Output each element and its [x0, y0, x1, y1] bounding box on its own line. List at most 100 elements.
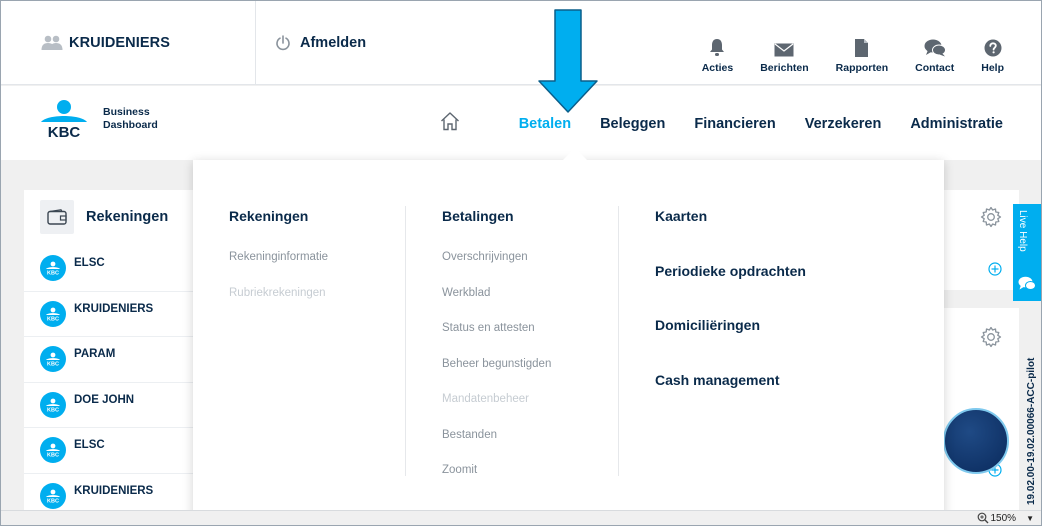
svg-text:KBC: KBC — [47, 453, 59, 458]
live-help-tab[interactable]: Live Help — [1013, 204, 1041, 301]
kbc-logo[interactable]: KBC Business Dashboard — [39, 100, 158, 138]
tagline-line2: Dashboard — [103, 119, 158, 131]
magnifier-icon — [977, 512, 988, 524]
kbc-badge-icon: KBC — [40, 254, 66, 281]
nav-beleggen[interactable]: Beleggen — [600, 116, 665, 132]
logout-button[interactable]: Afmelden — [275, 1, 366, 85]
highlight-arrow-icon — [538, 9, 598, 113]
acties-button[interactable]: Acties — [701, 37, 734, 74]
nav-betalen[interactable]: Betalen — [519, 116, 571, 132]
nav-financieren[interactable]: Financieren — [694, 116, 775, 132]
logout-label: Afmelden — [300, 35, 367, 51]
menu-link-periodieke-opdrachten[interactable]: Periodieke opdrachten — [655, 263, 915, 318]
zoom-dropdown-icon[interactable]: ▼ — [1026, 514, 1034, 523]
settings-button[interactable] — [980, 326, 1002, 353]
contact-button[interactable]: Contact — [915, 37, 954, 74]
menu-heading-betalingen[interactable]: Betalingen — [442, 208, 618, 224]
contact-label: Contact — [915, 62, 955, 74]
kbc-badge-icon: KBC — [40, 391, 66, 418]
svg-text:KBC: KBC — [47, 316, 59, 321]
wallet-icon — [47, 209, 67, 225]
kbc-logo-mark: KBC — [41, 100, 87, 138]
zoom-control[interactable]: 150% ▼ — [977, 512, 1034, 524]
rapporten-label: Rapporten — [835, 62, 889, 74]
help-button[interactable]: Help — [981, 37, 1004, 74]
menu-link-kaarten[interactable]: Kaarten — [655, 208, 915, 263]
account-name: PARAM — [74, 348, 116, 361]
nav-items: Betalen Beleggen Financieren Verzekeren … — [440, 111, 1003, 136]
menu-heading-rekeningen[interactable]: Rekeningen — [229, 208, 405, 224]
menu-divider — [618, 206, 619, 476]
power-icon — [276, 35, 290, 51]
menu-link-overschrijvingen[interactable]: Overschrijvingen — [442, 251, 618, 287]
user-name: KRUIDENIERS — [69, 35, 170, 51]
settings-button[interactable] — [980, 206, 1002, 233]
account-row[interactable]: KBC PARAM — [24, 336, 194, 382]
account-row[interactable]: KBC ELSC — [24, 245, 194, 291]
menu-divider — [405, 206, 406, 476]
document-icon — [855, 39, 869, 57]
envelope-icon — [774, 43, 794, 57]
berichten-label: Berichten — [760, 62, 809, 74]
home-icon — [440, 112, 459, 131]
kbc-badge-icon: KBC — [40, 437, 66, 464]
betalen-mega-menu: Rekeningen Rekeninginformatie Rubriekrek… — [193, 160, 944, 526]
account-name: DOE JOHN — [74, 393, 135, 406]
menu-link-mandatenbeheer: Mandatenbeheer — [442, 393, 529, 405]
right-panel-divider — [944, 290, 1019, 308]
menu-column-other: Kaarten Periodieke opdrachten Domiciliër… — [655, 208, 915, 426]
kbc-logo-text: KBC — [48, 124, 81, 138]
acties-label: Acties — [701, 62, 734, 74]
top-actions: Acties Berichten Rapporten Contact Help — [675, 37, 1004, 74]
menu-link-cash-management[interactable]: Cash management — [655, 372, 915, 427]
user-switcher[interactable]: KRUIDENIERS — [1, 1, 256, 85]
menu-link-bestanden[interactable]: Bestanden — [442, 429, 618, 465]
account-name: KRUIDENIERS — [74, 302, 154, 315]
rapporten-button[interactable]: Rapporten — [835, 37, 889, 74]
account-name: KRUIDENIERS — [74, 484, 154, 497]
kbc-badge-icon: KBC — [40, 346, 66, 373]
menu-link-domicilieringen[interactable]: Domiciliëringen — [655, 317, 915, 372]
menu-link-beheer-begunstigden[interactable]: Beheer begunstigden — [442, 358, 618, 394]
mega-menu-caret — [563, 148, 587, 160]
menu-link-werkblad[interactable]: Werkblad — [442, 287, 618, 323]
chat-icon — [1018, 276, 1036, 290]
account-row[interactable]: KBC ELSC — [24, 427, 194, 473]
brand-tagline: Business Dashboard — [103, 106, 158, 132]
kbc-badge-icon: KBC — [40, 482, 66, 509]
menu-link-rekeninginformatie[interactable]: Rekeninginformatie — [229, 251, 405, 287]
account-row[interactable]: KBC KRUIDENIERS — [24, 290, 194, 337]
live-help-label: Live Help — [1017, 210, 1028, 252]
gear-icon — [980, 326, 1002, 348]
menu-column-rekeningen: Rekeningen Rekeninginformatie Rubriekrek… — [229, 208, 405, 322]
menu-column-betalingen: Betalingen Overschrijvingen Werkblad Sta… — [442, 208, 618, 500]
bell-icon — [710, 39, 725, 56]
account-name: ELSC — [74, 439, 105, 452]
wallet-icon-box — [40, 200, 74, 234]
account-name: ELSC — [74, 256, 105, 269]
menu-link-status-en-attesten[interactable]: Status en attesten — [442, 322, 618, 358]
add-button[interactable] — [988, 262, 1002, 281]
top-bar: KRUIDENIERS Afmelden Acties Berichten Ra… — [1, 1, 1041, 85]
berichten-button[interactable]: Berichten — [760, 37, 809, 74]
zoom-level: 150% — [990, 512, 1017, 524]
kbc-badge-icon: KBC — [40, 300, 66, 327]
gear-icon — [980, 206, 1002, 228]
nav-administratie[interactable]: Administratie — [910, 116, 1003, 132]
account-row[interactable]: KBC DOE JOHN — [24, 381, 194, 428]
account-list: KBC ELSC KBC KRUIDENIERS KBC PARAM KBC D… — [24, 245, 194, 518]
question-circle-icon — [984, 39, 1002, 57]
svg-text:KBC: KBC — [47, 407, 59, 412]
home-button[interactable] — [440, 111, 460, 136]
users-icon — [41, 35, 63, 50]
browser-status-bar: 150% ▼ — [1, 510, 1041, 525]
menu-link-rubriekrekeningen: Rubriekrekeningen — [229, 286, 326, 299]
chat-bubbles-icon — [924, 39, 946, 57]
nav-verzekeren[interactable]: Verzekeren — [805, 116, 882, 132]
svg-text:KBC: KBC — [47, 498, 59, 503]
main-nav: KBC Business Dashboard Betalen Beleggen … — [1, 86, 1041, 160]
menu-link-zoomit[interactable]: Zoomit — [442, 464, 618, 500]
assistant-bubble[interactable] — [943, 408, 1009, 474]
environment-label: 19.02.00-19.02.00066-ACC-pilot — [1026, 357, 1037, 505]
accounts-title: Rekeningen — [86, 209, 169, 225]
